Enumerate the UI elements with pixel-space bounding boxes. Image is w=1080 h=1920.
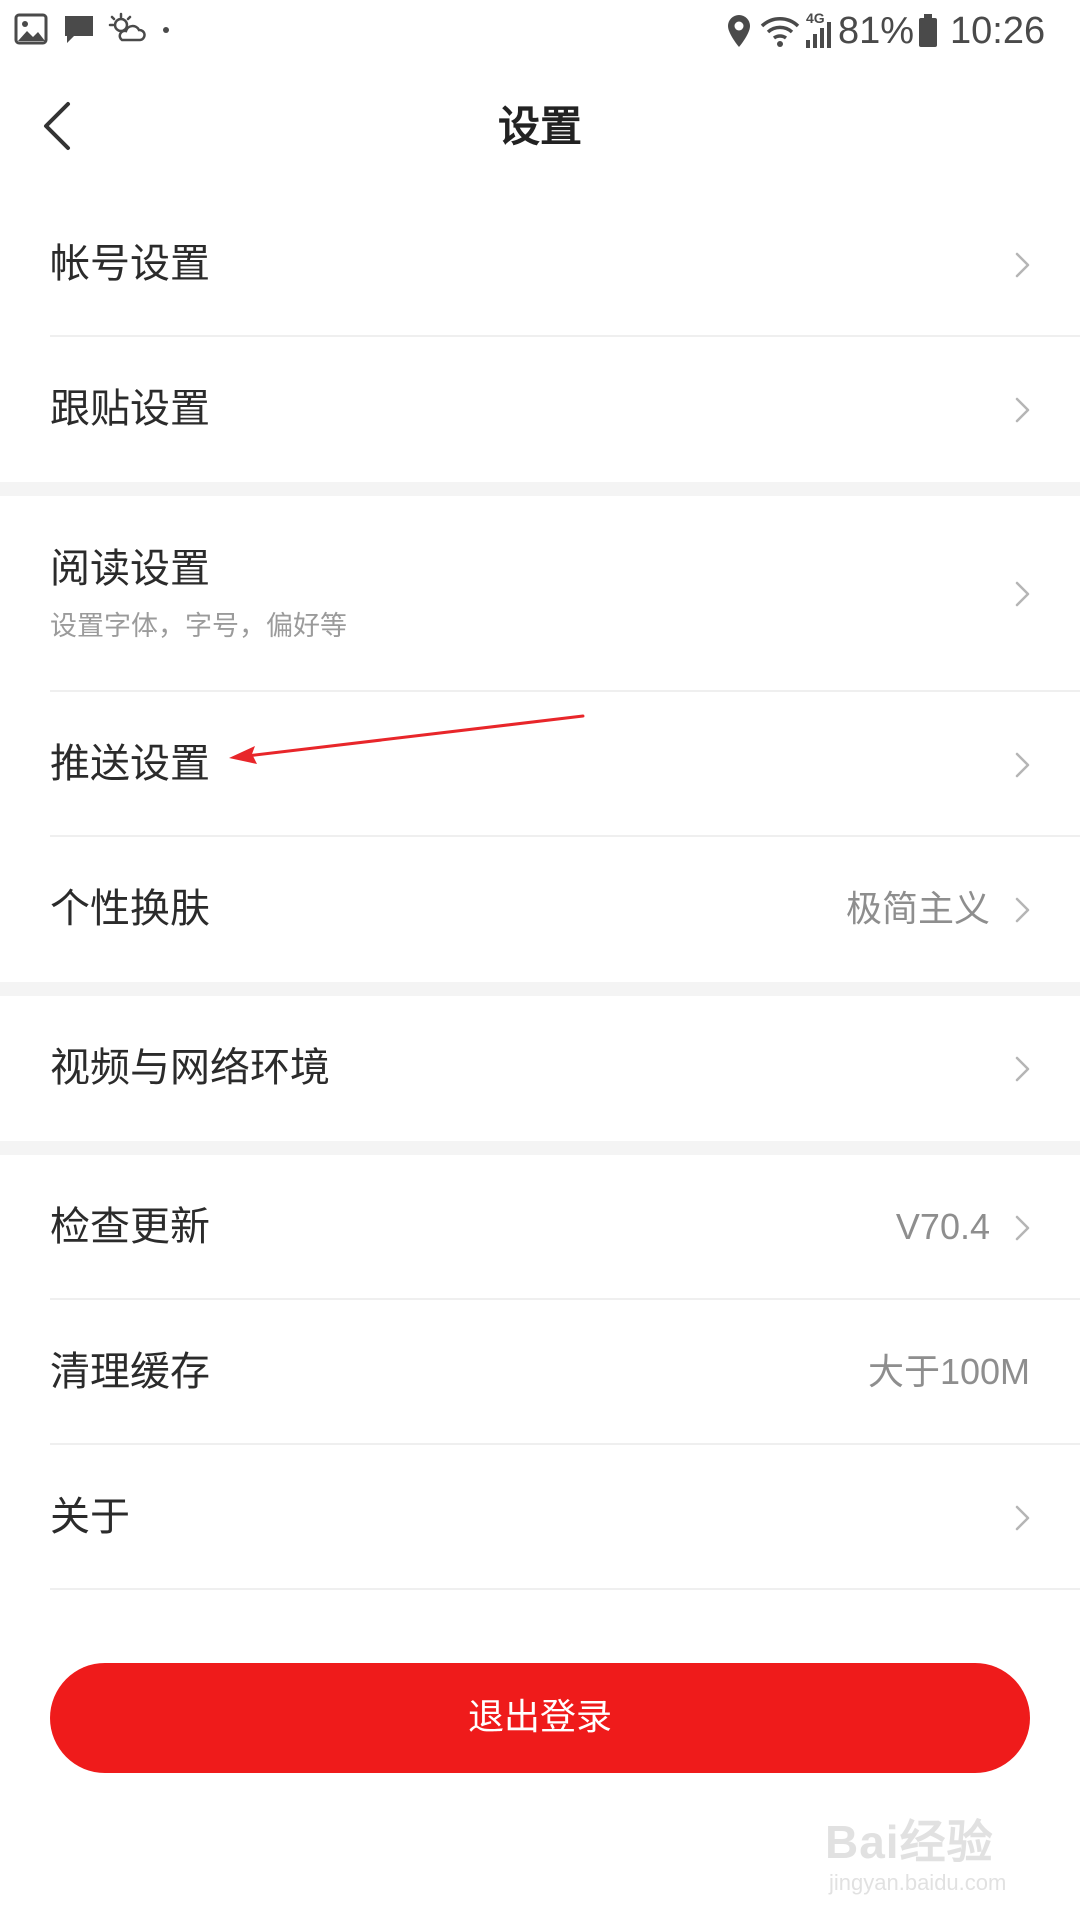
settings-item-about[interactable]: 关于 [0,1445,1080,1590]
chevron-right-icon [1015,252,1030,278]
status-bar: 4G 81% 10:26 [0,0,1080,62]
settings-item-comment[interactable]: 跟贴设置 [0,337,1080,482]
settings-item-label: 跟贴设置 [50,386,210,432]
signal-icon [806,22,831,48]
settings-item-label: 清理缓存 [50,1349,210,1395]
chevron-right-icon [1015,1215,1030,1241]
chevron-right-icon [1015,752,1030,778]
gallery-icon [14,13,48,45]
annotation-arrow-icon [229,714,585,764]
chevron-right-icon [1015,1056,1030,1082]
watermark-url: jingyan.baidu.com [829,1870,1007,1895]
settings-item-label: 视频与网络环境 [50,1045,330,1091]
clock: 10:26 [950,10,1046,52]
battery-percent: 81% [838,10,915,52]
back-button[interactable] [30,92,100,162]
settings-item-value: 大于100M [867,1351,1030,1392]
back-arrow-icon [44,102,70,150]
settings-item-sublabel: 设置字体，字号，偏好等 [50,611,347,642]
notification-dot-icon [163,27,169,33]
location-icon [728,15,750,47]
chevron-right-icon [1015,397,1030,423]
section-separator [0,982,1080,996]
watermark: Bai经验 jingyan.baidu.com [825,1800,1055,1904]
settings-item-reading[interactable]: 阅读设置 设置字体，字号，偏好等 [0,496,1080,692]
section-separator [0,1141,1080,1155]
settings-list: 帐号设置 跟贴设置 阅读设置 设置字体，字号，偏好等 推送设置 个性换肤 极简主… [0,192,1080,1590]
settings-item-value: 极简主义 [845,888,990,929]
settings-item-label: 帐号设置 [50,241,210,287]
chevron-right-icon [1015,897,1030,923]
settings-item-label: 推送设置 [50,741,210,787]
battery-icon [919,14,937,47]
settings-item-check-update[interactable]: 检查更新 V70.4 [0,1155,1080,1300]
message-icon [65,16,93,43]
settings-item-label: 检查更新 [50,1204,210,1250]
chevron-right-icon [1015,581,1030,607]
watermark-logo: Bai经验 [825,1816,994,1868]
settings-item-video-network[interactable]: 视频与网络环境 [0,996,1080,1141]
settings-item-clear-cache[interactable]: 清理缓存 大于100M [0,1300,1080,1445]
wifi-icon [760,17,800,47]
status-right: 4G 81% 10:26 [726,8,1066,54]
chevron-right-icon [1015,1505,1030,1531]
settings-item-label: 关于 [50,1494,130,1540]
weather-icon [108,12,146,42]
divider [50,1588,1080,1590]
page-title: 设置 [497,102,582,151]
settings-item-label: 阅读设置 [50,546,210,592]
settings-screen: 4G 81% 10:26 设置 帐号设置 跟贴设置 阅读设置 设置字体，字号，偏… [0,0,1080,1920]
logout-button[interactable]: 退出登录 [50,1663,1030,1773]
section-separator [0,482,1080,496]
settings-item-skin[interactable]: 个性换肤 极简主义 [0,837,1080,982]
settings-item-account[interactable]: 帐号设置 [0,192,1080,337]
settings-item-label: 个性换肤 [50,886,210,932]
settings-item-value: V70.4 [895,1206,990,1247]
nav-bar: 设置 [0,62,1080,192]
